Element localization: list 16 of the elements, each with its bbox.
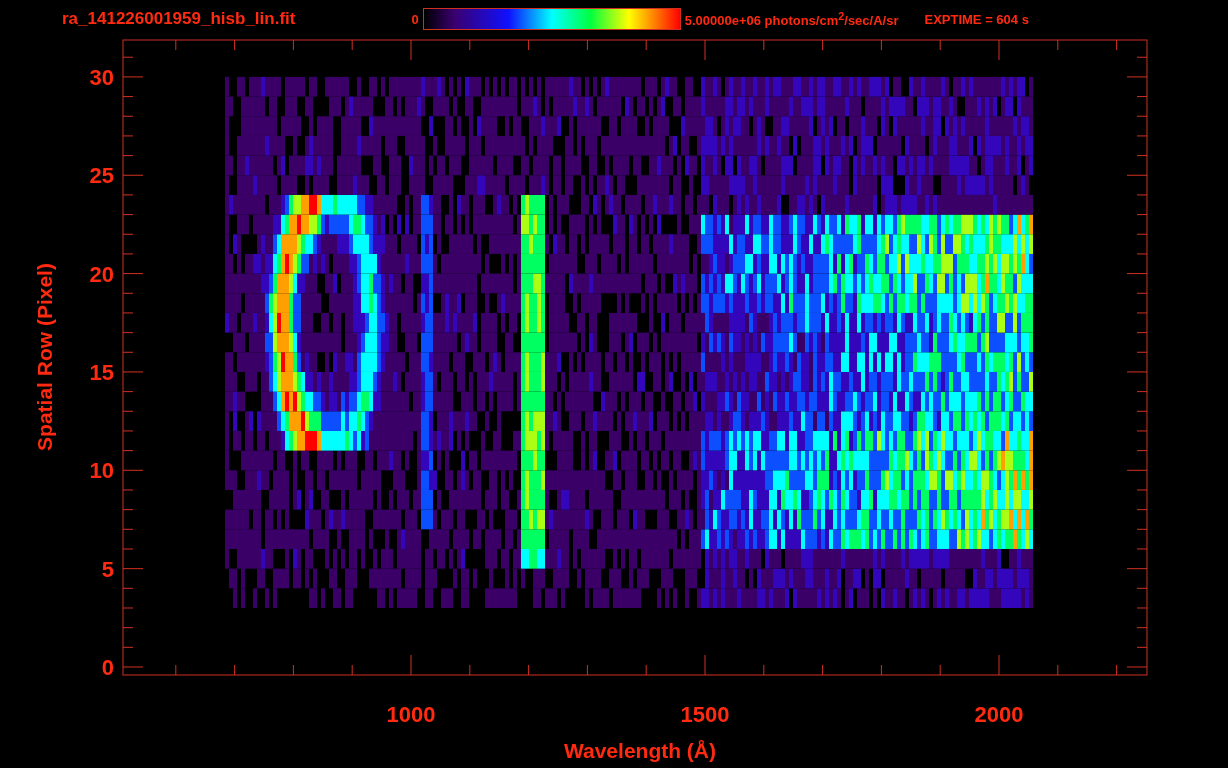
colorbar-min-label: 0: [411, 11, 419, 27]
y-axis-title: Spatial Row (Pixel): [33, 263, 56, 451]
y-tick-label: 5: [101, 556, 114, 582]
y-tick-label: 30: [89, 64, 114, 90]
y-tick-label: 0: [101, 655, 114, 680]
y-tick-label: 25: [89, 163, 114, 189]
file-title: ra_141226001959_hisb_lin.fit: [62, 9, 296, 29]
x-tick-label: 1000: [386, 702, 436, 727]
y-tick-label: 20: [89, 261, 114, 287]
exposure-time: EXPTIME = 604 s: [924, 11, 1029, 27]
x-axis-title: Wavelength (Å): [563, 739, 717, 762]
x-tick-label: 2000: [974, 702, 1024, 727]
y-tick-label: 10: [89, 458, 114, 484]
colorbar-max-label: 5.00000e+06 photons/cm$^{2}$/sec/A/sr: [684, 9, 899, 29]
y-tick-label: 15: [89, 359, 114, 385]
x-tick-label: 1500: [680, 702, 730, 727]
